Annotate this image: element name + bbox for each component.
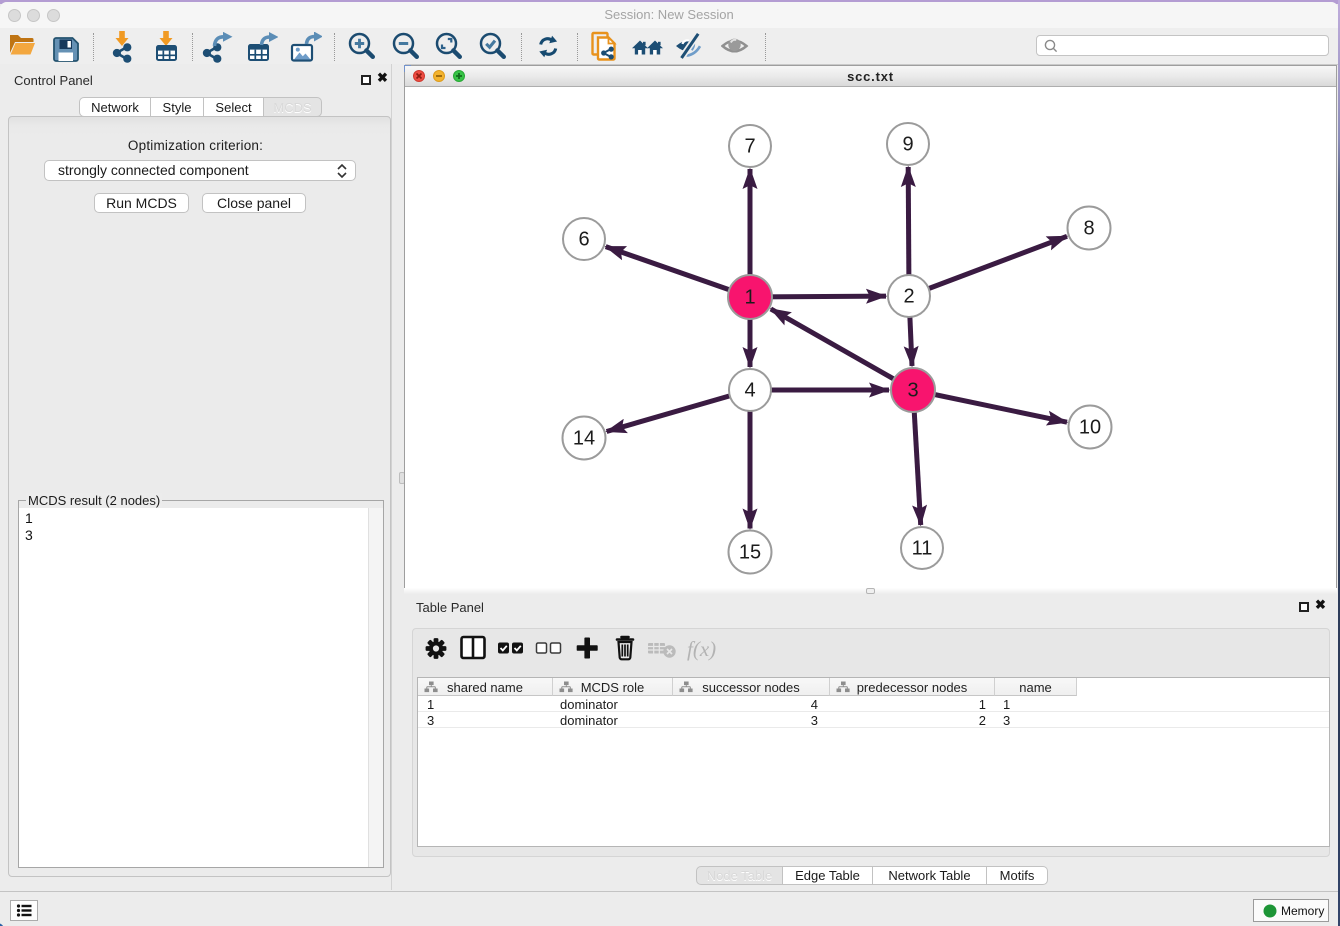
svg-text:f(x): f(x) [687,637,716,661]
svg-text:9: 9 [902,134,913,156]
svg-text:3: 3 [907,380,918,402]
svg-text:7: 7 [744,136,755,158]
svg-text:10: 10 [1079,417,1101,439]
svg-text:15: 15 [739,542,761,564]
svg-text:4: 4 [744,380,755,402]
svg-text:6: 6 [578,229,589,251]
svg-text:11: 11 [912,538,933,560]
svg-text:14: 14 [573,428,595,450]
svg-text:2: 2 [903,286,914,308]
svg-text:1: 1 [744,287,755,309]
svg-text:8: 8 [1083,218,1094,240]
